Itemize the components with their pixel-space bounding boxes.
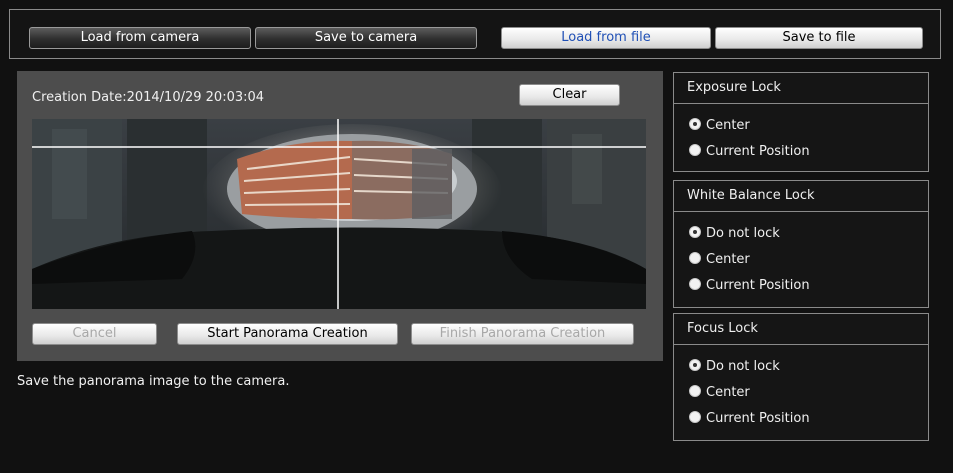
radio-selected-icon: [689, 118, 701, 130]
option-label: Center: [706, 385, 750, 400]
radio-icon: [689, 385, 701, 397]
finish-panorama-creation-button[interactable]: Finish Panorama Creation: [411, 323, 634, 345]
radio-icon: [689, 411, 701, 423]
save-to-file-button[interactable]: Save to file: [715, 27, 923, 49]
focus-current-position-option[interactable]: Current Position: [689, 411, 810, 427]
option-label: Do not lock: [706, 359, 780, 374]
load-from-file-button[interactable]: Load from file: [501, 27, 711, 49]
white-balance-center-option[interactable]: Center: [689, 252, 750, 268]
radio-icon: [689, 278, 701, 290]
focus-lock-panel: Focus Lock Do not lock Center Current Po…: [673, 313, 929, 441]
creation-date-label: Creation Date:2014/10/29 20:03:04: [32, 90, 265, 105]
option-label: Current Position: [706, 278, 810, 293]
white-balance-lock-title: White Balance Lock: [674, 181, 928, 212]
cancel-button[interactable]: Cancel: [32, 323, 157, 345]
save-to-camera-button[interactable]: Save to camera: [255, 27, 477, 49]
exposure-center-option[interactable]: Center: [689, 118, 750, 134]
clear-button[interactable]: Clear: [519, 84, 620, 106]
focus-lock-title: Focus Lock: [674, 314, 928, 345]
radio-icon: [689, 144, 701, 156]
white-balance-do-not-lock-option[interactable]: Do not lock: [689, 226, 780, 242]
panorama-photo: [32, 119, 646, 309]
focus-do-not-lock-option[interactable]: Do not lock: [689, 359, 780, 375]
file-toolbar: Load from camera Save to camera Load fro…: [9, 9, 941, 59]
radio-selected-icon: [689, 359, 701, 371]
radio-icon: [689, 252, 701, 264]
white-balance-current-position-option[interactable]: Current Position: [689, 278, 810, 294]
exposure-lock-title: Exposure Lock: [674, 73, 928, 104]
load-from-camera-button[interactable]: Load from camera: [29, 27, 251, 49]
panorama-panel: Creation Date:2014/10/29 20:03:04 Clear: [17, 71, 663, 361]
option-label: Center: [706, 252, 750, 267]
option-label: Do not lock: [706, 226, 780, 241]
exposure-current-position-option[interactable]: Current Position: [689, 144, 810, 160]
white-balance-lock-panel: White Balance Lock Do not lock Center Cu…: [673, 180, 929, 308]
radio-selected-icon: [689, 226, 701, 238]
option-label: Current Position: [706, 411, 810, 426]
option-label: Center: [706, 118, 750, 133]
option-label: Current Position: [706, 144, 810, 159]
focus-center-option[interactable]: Center: [689, 385, 750, 401]
exposure-lock-panel: Exposure Lock Center Current Position: [673, 72, 929, 172]
status-message: Save the panorama image to the camera.: [17, 374, 290, 389]
start-panorama-creation-button[interactable]: Start Panorama Creation: [177, 323, 398, 345]
panorama-image[interactable]: [32, 119, 646, 309]
